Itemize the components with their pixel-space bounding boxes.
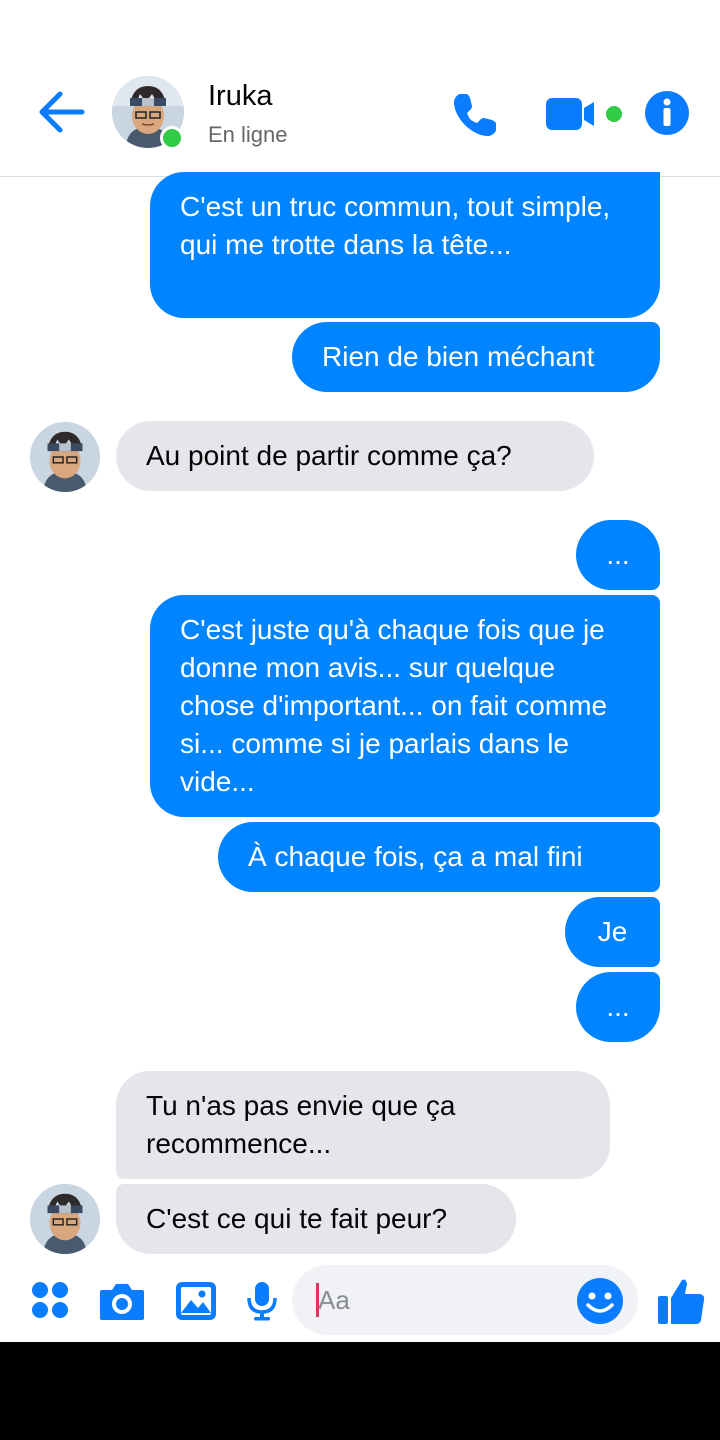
- message-bubble-incoming[interactable]: Tu n'as pas envie que ça recommence...: [116, 1071, 610, 1179]
- video-active-dot: [606, 106, 622, 122]
- video-camera-icon[interactable]: [544, 92, 628, 136]
- sender-avatar-image: [30, 422, 100, 492]
- phone-icon[interactable]: [450, 88, 502, 140]
- message-text: C'est juste qu'à chaque fois que je donn…: [180, 614, 608, 797]
- image-icon[interactable]: [174, 1280, 218, 1322]
- contact-name[interactable]: Iruka: [208, 80, 272, 113]
- message-text: À chaque fois, ça a mal fini: [248, 841, 583, 872]
- back-arrow-icon[interactable]: [36, 88, 88, 136]
- sender-avatar-image: [30, 1184, 100, 1254]
- smiley-icon[interactable]: [576, 1277, 624, 1325]
- chat-header: Iruka En ligne: [0, 0, 720, 177]
- message-text: Je: [597, 916, 628, 947]
- message-bubble-incoming[interactable]: Au point de partir comme ça?: [116, 421, 594, 491]
- info-icon[interactable]: [644, 90, 690, 136]
- four-dots-icon[interactable]: [30, 1280, 70, 1320]
- message-bubble-outgoing[interactable]: Rien de bien méchant: [292, 322, 660, 392]
- thumbs-up-icon[interactable]: [656, 1276, 706, 1326]
- message-input-placeholder: Aa: [318, 1285, 350, 1315]
- message-text: ...: [606, 539, 630, 570]
- microphone-icon[interactable]: [246, 1280, 278, 1322]
- message-bubble-outgoing[interactable]: Je: [565, 897, 660, 967]
- message-text: C'est ce qui te fait peur?: [146, 1203, 448, 1234]
- message-text: Au point de partir comme ça?: [146, 440, 512, 471]
- message-text: C'est un truc commun, tout simple, qui m…: [180, 191, 611, 260]
- message-bubble-incoming[interactable]: C'est ce qui te fait peur?: [116, 1184, 516, 1254]
- message-bubble-outgoing[interactable]: C'est juste qu'à chaque fois que je donn…: [150, 595, 660, 817]
- message-bubble-outgoing[interactable]: À chaque fois, ça a mal fini: [218, 822, 660, 892]
- message-text: Rien de bien méchant: [322, 341, 595, 372]
- online-indicator: [160, 126, 184, 150]
- sender-avatar[interactable]: [30, 1184, 100, 1254]
- contact-status: En ligne: [208, 122, 288, 147]
- message-text: ...: [606, 991, 630, 1022]
- message-bubble-outgoing[interactable]: ...: [576, 520, 660, 590]
- message-bubble-outgoing[interactable]: C'est un truc commun, tout simple, qui m…: [150, 172, 660, 318]
- camera-icon[interactable]: [98, 1280, 146, 1322]
- message-bubble-outgoing[interactable]: ...: [576, 972, 660, 1042]
- message-text: Tu n'as pas envie que ça recommence...: [146, 1090, 456, 1159]
- system-navigation-bar: [0, 1342, 720, 1440]
- sender-avatar[interactable]: [30, 422, 100, 492]
